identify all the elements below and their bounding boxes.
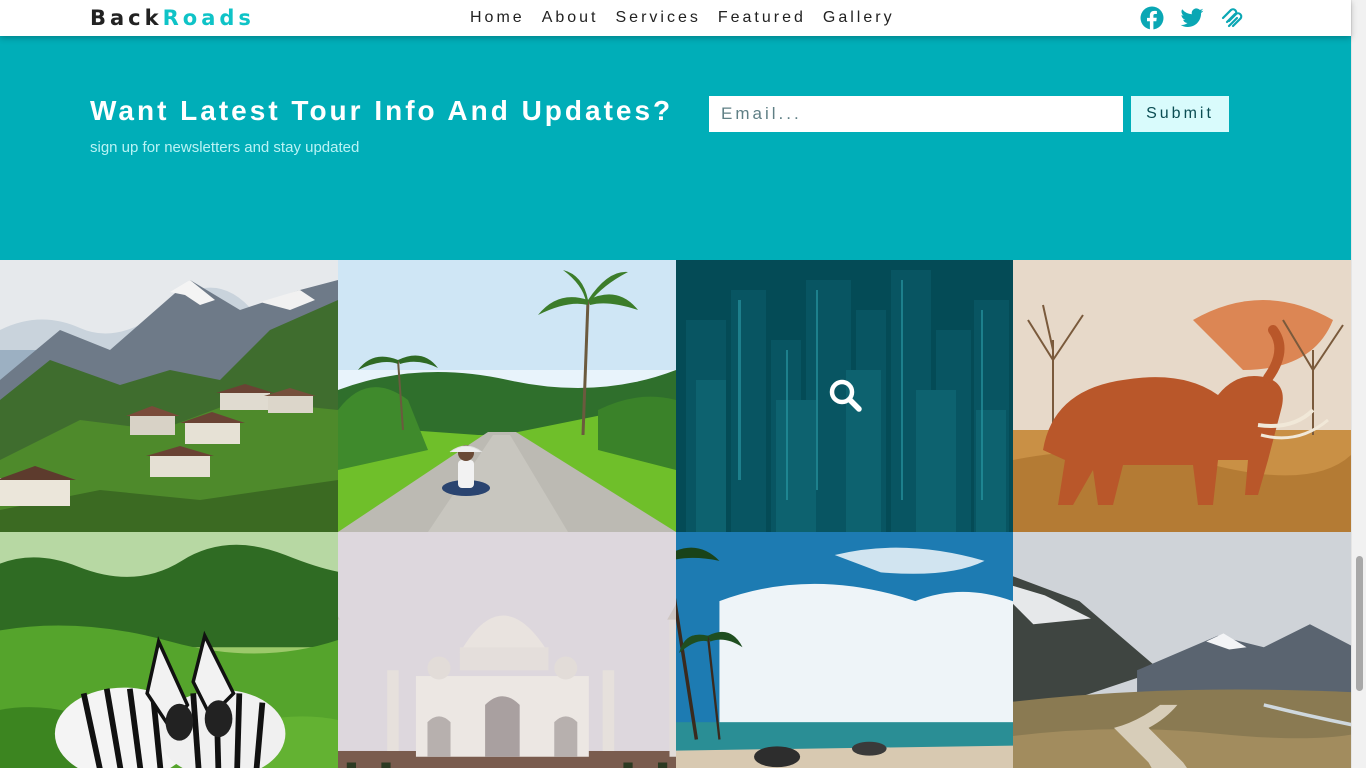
mountain-village-image [0, 260, 338, 532]
gallery-image-tropical-road[interactable] [338, 260, 676, 532]
gallery-image-beach[interactable] [676, 532, 1013, 768]
twitter-icon[interactable] [1180, 6, 1204, 30]
gallery-image-mountain-boardwalk[interactable] [1013, 532, 1351, 768]
tropical-road-image [338, 260, 676, 532]
logo[interactable]: BackRoads [90, 5, 255, 31]
logo-part-roads: Roads [162, 6, 255, 30]
gallery-image-taj-mahal[interactable] [338, 532, 676, 768]
gallery-image-elephant[interactable] [1013, 260, 1351, 532]
nav-link-about[interactable]: About [542, 9, 599, 27]
logo-part-back: Back [90, 6, 163, 30]
scrollbar-thumb[interactable] [1356, 556, 1363, 691]
page: BackRoads Home About Services Featured G… [0, 0, 1366, 768]
mountain-boardwalk-image [1013, 532, 1351, 768]
email-input[interactable] [709, 96, 1123, 132]
nav-link-featured[interactable]: Featured [718, 9, 806, 27]
newsletter-title: Want Latest Tour Info And Updates? [90, 95, 674, 126]
gallery-image-city-skyline[interactable] [676, 260, 1013, 532]
submit-button[interactable]: Submit [1131, 96, 1229, 132]
taj-mahal-image [338, 532, 676, 768]
newsletter-section: Want Latest Tour Info And Updates? sign … [0, 36, 1351, 260]
facebook-icon[interactable] [1140, 6, 1164, 30]
beach-image [676, 532, 1013, 768]
zebras-image [0, 532, 338, 768]
navbar: BackRoads Home About Services Featured G… [0, 0, 1351, 36]
newsletter-subtitle: sign up for newsletters and stay updated [90, 139, 360, 156]
gallery [0, 260, 1351, 768]
squarespace-icon[interactable] [1220, 6, 1244, 30]
elephant-image [1013, 260, 1351, 532]
gallery-image-mountain-village[interactable] [0, 260, 338, 532]
nav-link-home[interactable]: Home [470, 9, 525, 27]
social-links [1140, 6, 1260, 30]
nav-link-gallery[interactable]: Gallery [823, 9, 895, 27]
gallery-image-zebras[interactable] [0, 532, 338, 768]
scrollbar[interactable] [1351, 0, 1366, 768]
search-icon[interactable] [828, 378, 862, 412]
nav-links: Home About Services Featured Gallery [470, 9, 912, 27]
nav-link-services[interactable]: Services [616, 9, 701, 27]
